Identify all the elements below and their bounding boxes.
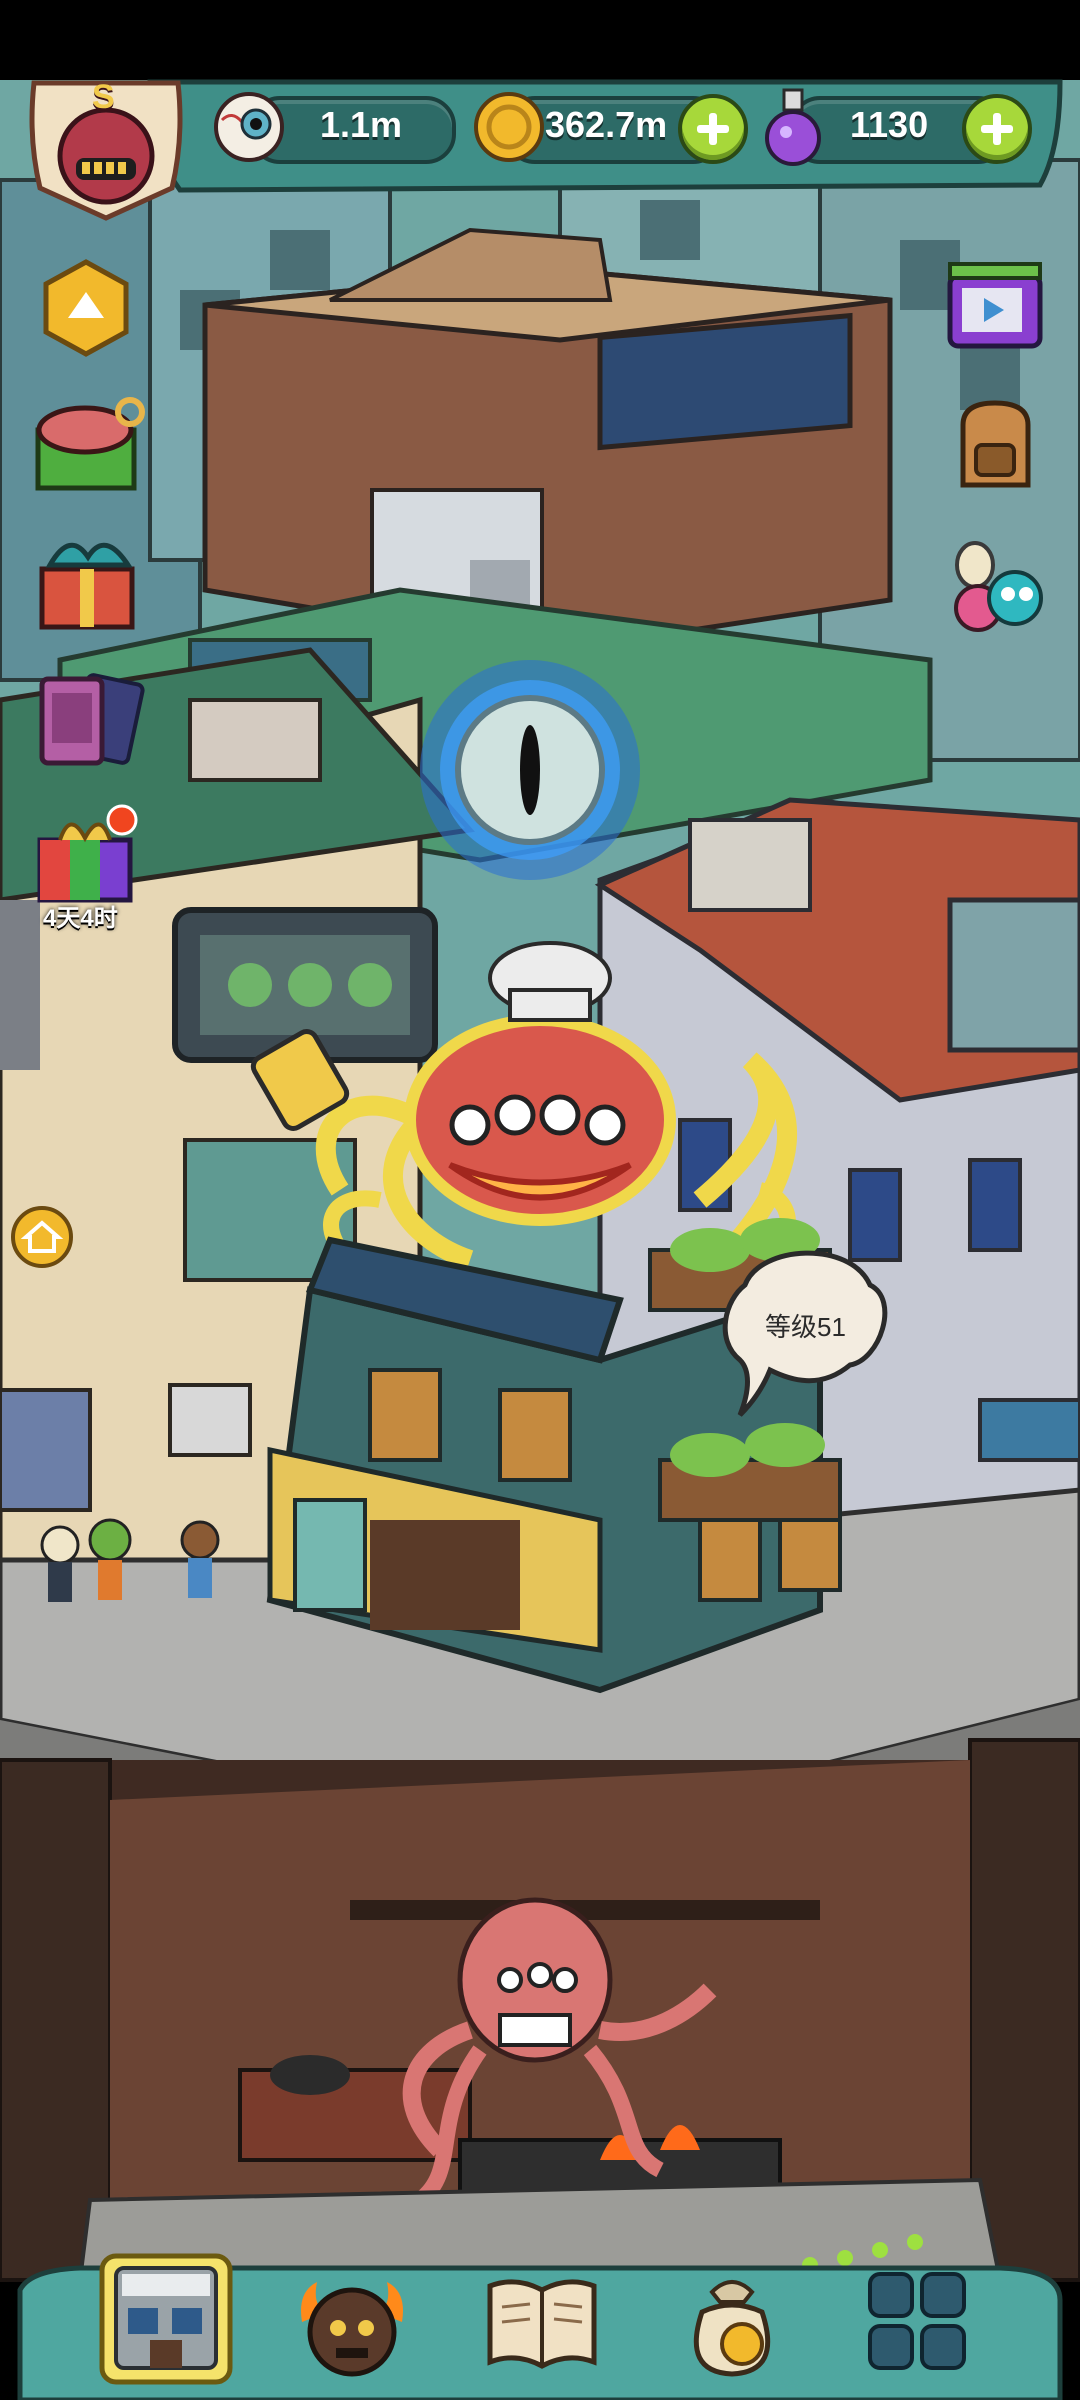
tab-more-menu[interactable] (862, 2266, 972, 2376)
tab-buildings[interactable] (98, 2252, 234, 2386)
potion-icon (758, 84, 828, 168)
home-button[interactable] (10, 1205, 74, 1269)
storefront-icon (99, 2253, 233, 2385)
tv-icon (947, 262, 1043, 349)
coins-value: 362.7m (545, 104, 668, 145)
tab-money-bag[interactable] (672, 2262, 792, 2382)
card-collection-button[interactable] (30, 665, 145, 775)
underground-kitchen (0, 1738, 1080, 2282)
brown-building (202, 227, 893, 653)
backpack-button[interactable] (948, 395, 1043, 495)
up-arrow-icon (43, 259, 129, 357)
eggs-icon (954, 541, 1043, 632)
gift-meat-button[interactable] (30, 390, 145, 500)
collapse-menu-button[interactable] (38, 258, 134, 358)
eyeball-icon (212, 90, 286, 164)
potion-value: 1130 (850, 104, 929, 145)
video-ad-button[interactable] (942, 258, 1047, 358)
glowing-eye-portal[interactable] (420, 660, 640, 880)
money-bag-icon (693, 2280, 771, 2377)
gift-timer: 4天4时 (43, 905, 118, 932)
eyes-value: 1.1m (320, 104, 403, 145)
coin-icon (472, 90, 546, 164)
badge-letter: S (92, 78, 115, 116)
building-level-label: 等级51 (765, 1312, 846, 1342)
monster-eggs-button[interactable] (940, 530, 1050, 640)
player-level-badge[interactable]: S (22, 78, 190, 223)
leaf-box-icon (39, 542, 135, 630)
tab-recipe-book[interactable] (482, 2262, 602, 2382)
home-icon (11, 1206, 73, 1268)
fire-monster-icon (301, 2282, 403, 2377)
rainbow-gift-icon (37, 804, 138, 903)
backpack-icon (960, 400, 1031, 488)
add-coins-button[interactable] (678, 94, 748, 164)
leaf-gift-button[interactable] (30, 525, 145, 635)
game-scene (0, 0, 1080, 2400)
meat-gift-icon (35, 397, 145, 491)
timed-gift-button[interactable] (30, 800, 145, 905)
book-icon (487, 2279, 597, 2369)
cards-icon (39, 673, 145, 766)
add-potion-button[interactable] (962, 94, 1032, 164)
grid-menu-icon (868, 2272, 966, 2370)
tab-monsters[interactable] (292, 2262, 412, 2382)
